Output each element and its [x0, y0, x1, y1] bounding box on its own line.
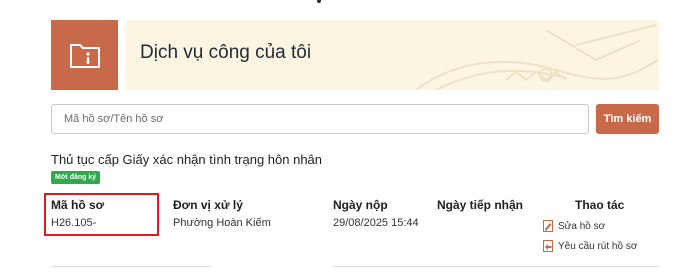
- edit-document-icon: [543, 220, 554, 232]
- crane-decoration: [415, 24, 659, 90]
- top-indicator: [317, 0, 321, 3]
- highlight-box: [44, 193, 159, 236]
- record-procedure-title[interactable]: Thủ tục cấp Giấy xác nhận tình trạng hôn…: [51, 152, 322, 167]
- column-header-unit: Đơn vị xử lý: [173, 198, 243, 212]
- search-button[interactable]: Tìm kiếm: [596, 104, 659, 134]
- edit-record-link[interactable]: Sửa hồ sơ: [543, 220, 605, 232]
- column-header-receive-date: Ngày tiếp nhận: [437, 198, 524, 212]
- page-title: Dịch vụ công của tôi: [140, 42, 312, 63]
- folder-info-icon: [51, 20, 118, 90]
- status-badge: Mới đăng ký: [51, 171, 101, 184]
- banner-panel: Dịch vụ công của tôi: [126, 20, 659, 90]
- column-header-submit-date: Ngày nộp: [333, 198, 388, 212]
- record-submit-date: 29/08/2025 15:44: [333, 217, 419, 229]
- page-banner: Dịch vụ công của tôi: [51, 20, 659, 90]
- withdraw-record-link[interactable]: Yêu cầu rút hồ sơ: [543, 240, 637, 252]
- row-divider-right: [333, 266, 659, 267]
- row-divider-left: [51, 266, 211, 267]
- column-header-actions: Thao tác: [575, 198, 625, 212]
- search-input[interactable]: [51, 104, 589, 134]
- edit-record-label: Sửa hồ sơ: [558, 220, 606, 232]
- record-unit: Phường Hoàn Kiếm: [173, 217, 271, 229]
- withdraw-record-label: Yêu cầu rút hồ sơ: [558, 240, 638, 252]
- withdraw-document-icon: [543, 240, 554, 252]
